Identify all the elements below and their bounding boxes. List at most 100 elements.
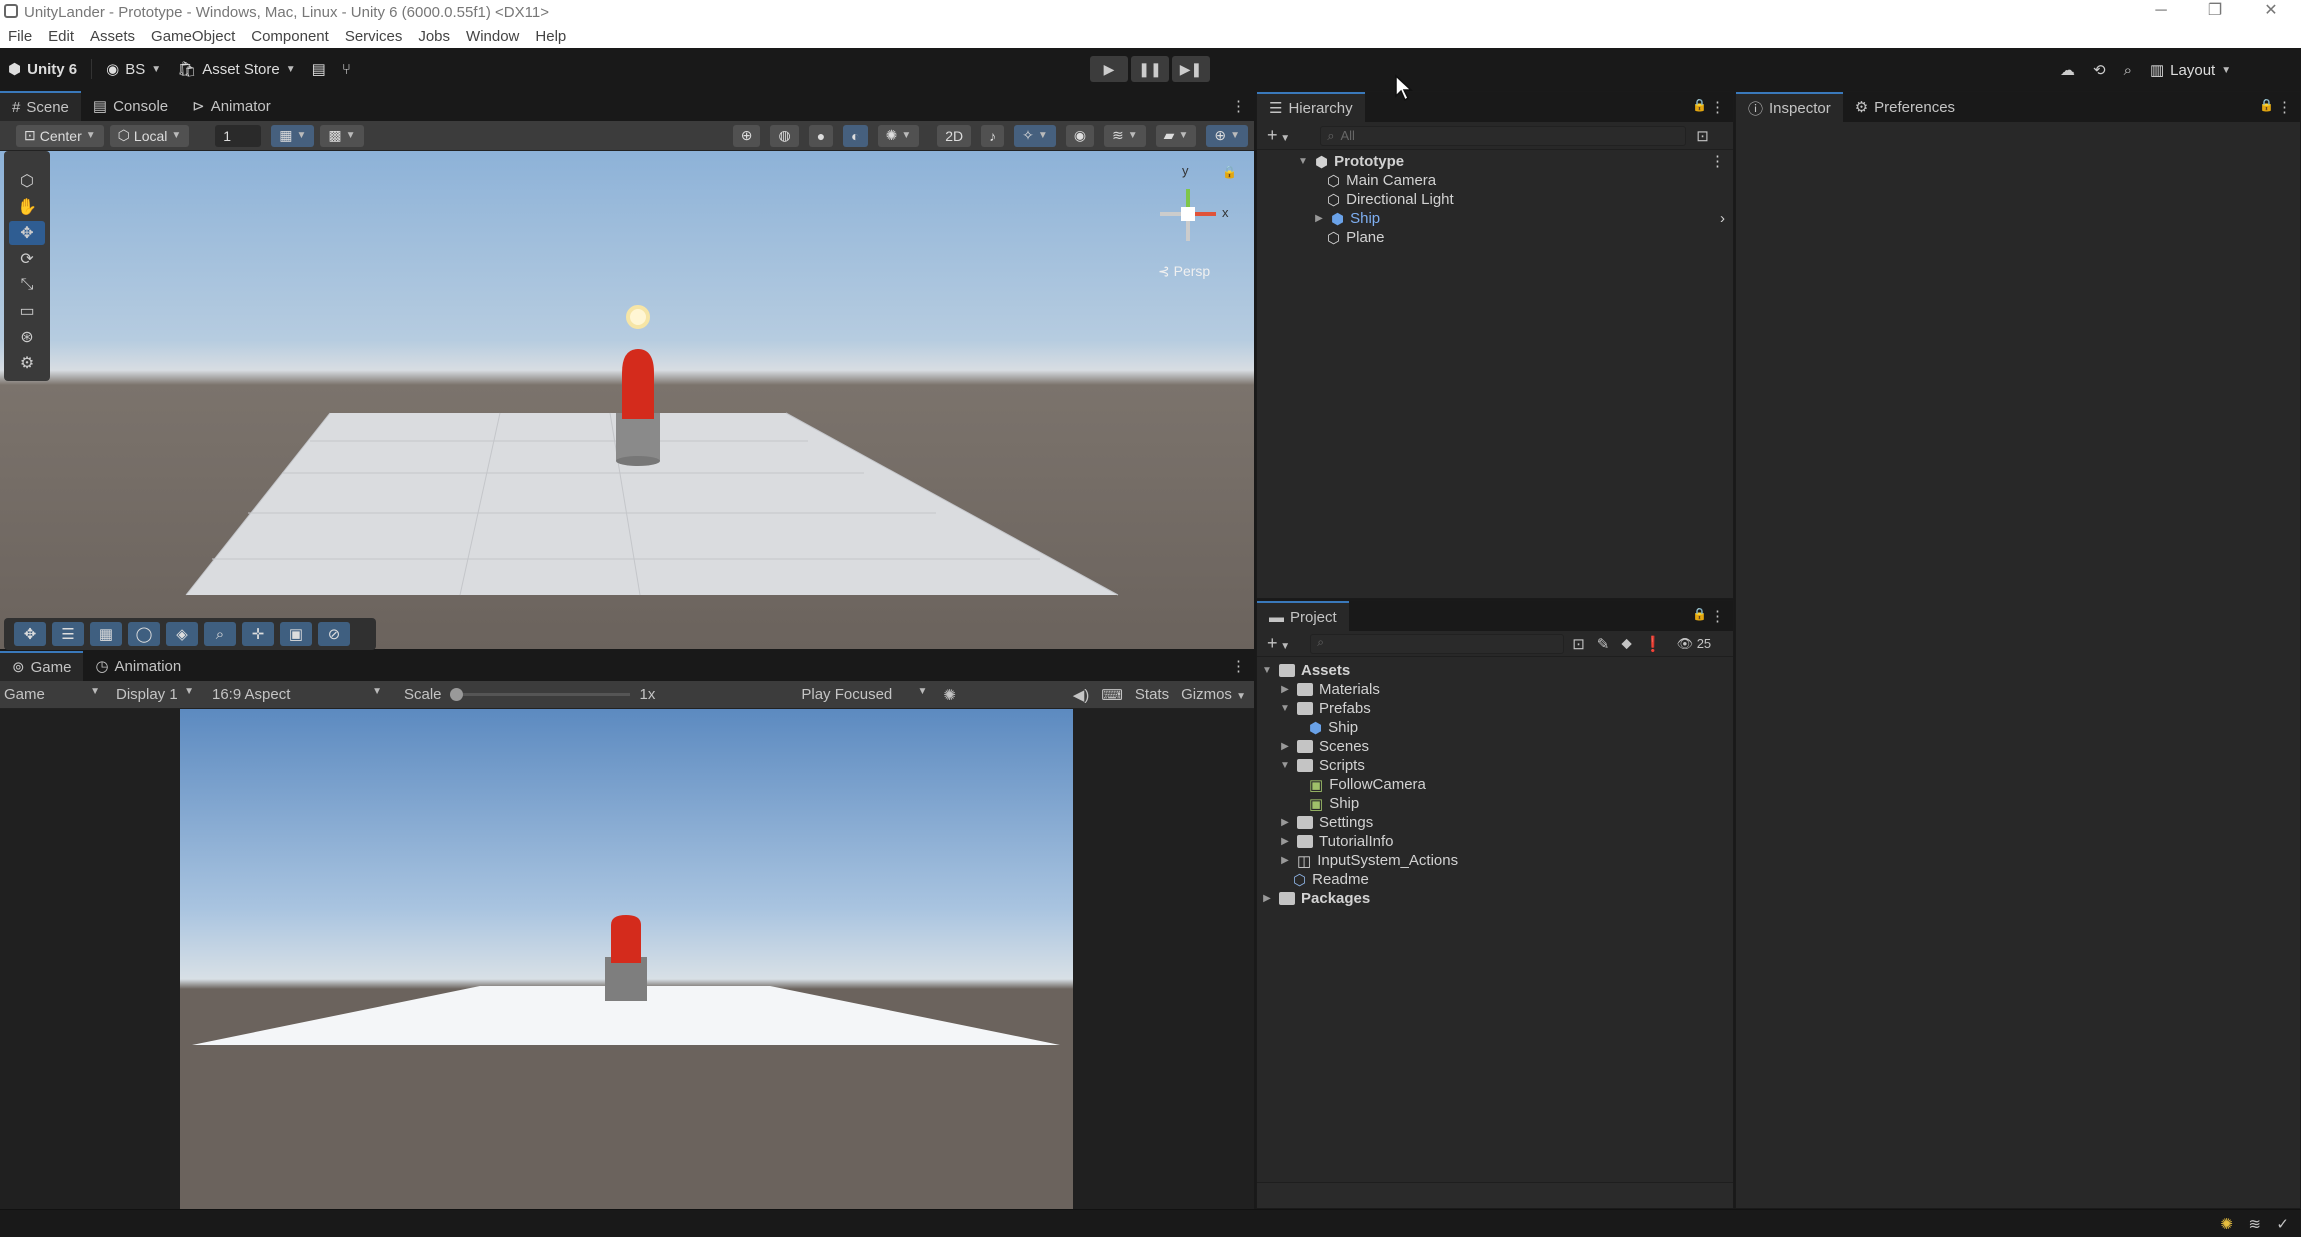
menu-edit[interactable]: Edit <box>48 28 74 45</box>
align-overlay-icon[interactable]: ☰ <box>52 622 84 646</box>
keyboard-icon[interactable]: ⌨ <box>1101 686 1123 704</box>
warning-icon[interactable]: ❗ <box>1644 635 1663 653</box>
tab-project[interactable]: ▬ Project <box>1257 601 1349 631</box>
space-dropdown[interactable]: ⬡ Local ▼ <box>109 124 190 147</box>
tree-item-prefab-ship[interactable]: ⬢ Ship <box>1309 718 1358 737</box>
tree-item-readme[interactable]: ⬡ Readme <box>1293 870 1369 889</box>
pivot-overlay-icon[interactable]: ✛ <box>242 622 274 646</box>
hand-tool-icon[interactable]: ✋ <box>9 195 45 219</box>
layout-dropdown[interactable]: ▥ Layout ▼ <box>2150 56 2231 84</box>
shading-wire-icon[interactable]: ◍ <box>770 124 799 147</box>
tree-item-scenes[interactable]: ▶ Scenes <box>1279 737 1369 756</box>
camera-toggle-icon[interactable]: ▰ ▼ <box>1155 124 1197 147</box>
tab-console[interactable]: ▤ Console <box>81 91 180 121</box>
hierarchy-search-input[interactable]: ⌕ All <box>1320 125 1687 146</box>
scale-slider-thumb[interactable] <box>449 688 463 701</box>
tree-item-plane[interactable]: ⬡ Plane <box>1327 228 1384 247</box>
grid-snap-button[interactable]: ▦ ▼ <box>271 124 315 147</box>
menu-window[interactable]: Window <box>466 28 519 45</box>
search-overlay-icon[interactable]: ⌕ <box>204 622 236 646</box>
expand-triangle-icon[interactable]: ▼ <box>1279 760 1291 771</box>
create-asset-button[interactable]: + ▼ <box>1267 633 1290 654</box>
view-tool-icon[interactable]: ⬡ <box>9 169 45 193</box>
menu-gameobject[interactable]: GameObject <box>151 28 235 45</box>
favorite-icon[interactable]: ⬥ <box>1621 635 1632 652</box>
persp-label[interactable]: ⊰ Persp <box>1158 263 1210 280</box>
lock-icon[interactable]: 🔒 <box>1222 165 1237 179</box>
move-overlay-icon[interactable]: ✥ <box>14 622 46 646</box>
rect-tool-icon[interactable]: ▭ <box>9 299 45 323</box>
debug-icon[interactable]: ✺ <box>943 686 956 704</box>
play-mode-dropdown[interactable]: Play Focused ▼ <box>801 686 933 703</box>
transform-tool-icon[interactable]: ⊛ <box>9 325 45 349</box>
kebab-menu-icon[interactable]: ⋮ <box>1710 98 1725 116</box>
tree-item-inputsystem-actions[interactable]: ▶ ◫ InputSystem_Actions <box>1279 851 1458 870</box>
custom-tool-icon[interactable]: ⚙ <box>9 351 45 375</box>
pivot-dropdown[interactable]: ⊡ Center ▼ <box>16 124 104 147</box>
filter-by-label-icon[interactable]: ✎ <box>1597 635 1610 653</box>
snap-value-field[interactable]: 1 <box>215 124 262 147</box>
cache-server-icon[interactable]: ≋ <box>2248 1215 2261 1233</box>
kebab-menu-icon[interactable]: ⋮ <box>2277 98 2292 116</box>
menu-help[interactable]: Help <box>535 28 566 45</box>
tree-item-packages[interactable]: ▶ Packages <box>1261 889 1370 908</box>
kebab-menu-icon[interactable]: ⋮ <box>1710 152 1725 170</box>
tab-animation[interactable]: ◷ Animation <box>83 651 193 681</box>
lighting-toggle-icon[interactable]: ✺ ▼ <box>877 124 920 147</box>
menu-assets[interactable]: Assets <box>90 28 135 45</box>
asset-store-button[interactable]: 🛍 Asset Store ▼ <box>169 55 304 83</box>
kebab-menu-icon[interactable]: ⋮ <box>1710 607 1725 625</box>
expand-triangle-icon[interactable]: ▶ <box>1279 684 1291 695</box>
lock-icon[interactable]: 🔒 <box>1692 98 1707 112</box>
tree-item-followcamera[interactable]: ▣ FollowCamera <box>1309 775 1426 794</box>
camera-overlay-icon[interactable]: ▣ <box>280 622 312 646</box>
tree-item-materials[interactable]: ▶ Materials <box>1279 680 1380 699</box>
gizmos-toggle-icon[interactable]: ⊕ ▼ <box>1206 124 1248 147</box>
minimize-icon[interactable]: ─ <box>2138 0 2184 24</box>
game-mode-dropdown[interactable]: Game ▼ <box>0 686 104 703</box>
tab-inspector[interactable]: ⓘ Inspector <box>1736 92 1843 122</box>
project-search-input[interactable]: ⌕ <box>1310 633 1565 654</box>
account-button[interactable]: ◉ BS ▼ <box>98 55 169 83</box>
shading-lit-icon[interactable]: ◐ <box>843 124 868 147</box>
mute-audio-icon[interactable]: ◀) <box>1073 686 1090 704</box>
aspect-dropdown[interactable]: 16:9 Aspect ▼ <box>200 686 388 703</box>
history-icon[interactable]: ⟲ <box>2093 61 2106 79</box>
expand-triangle-icon[interactable]: ▶ <box>1279 855 1291 866</box>
search-by-type-icon[interactable]: ⊡ <box>1572 635 1585 653</box>
orbit-overlay-icon[interactable]: ◯ <box>128 622 160 646</box>
display-dropdown[interactable]: Display 1 ▼ <box>104 686 200 703</box>
lighting-status-icon[interactable]: ✺ <box>2220 1215 2233 1233</box>
stats-button[interactable]: Stats <box>1135 686 1169 703</box>
menu-component[interactable]: Component <box>251 28 329 45</box>
tree-item-directional-light[interactable]: ⬡ Directional Light <box>1327 190 1454 209</box>
compass-overlay-icon[interactable]: ⊘ <box>318 622 350 646</box>
shading-solid-icon[interactable]: ● <box>808 124 834 147</box>
tree-item-scripts[interactable]: ▼ Scripts <box>1279 756 1365 775</box>
package-icon[interactable]: ▤ <box>304 55 334 83</box>
scale-tool-icon[interactable]: ⤡ <box>9 273 45 297</box>
close-icon[interactable]: ✕ <box>2248 0 2294 24</box>
tree-item-prefabs[interactable]: ▼ Prefabs <box>1279 699 1371 718</box>
gizmos-button[interactable]: Gizmos ▼ <box>1181 686 1246 703</box>
layers-toggle-icon[interactable]: ≋ ▼ <box>1104 124 1146 147</box>
tree-item-main-camera[interactable]: ⬡ Main Camera <box>1327 171 1436 190</box>
unity-button[interactable]: ⬢ Unity 6 <box>0 55 85 83</box>
tab-animator[interactable]: ⊳ Animator <box>180 91 283 121</box>
rotate-tool-icon[interactable]: ⟳ <box>9 247 45 271</box>
grid-overlay-icon[interactable]: ▦ <box>90 622 122 646</box>
tab-scene[interactable]: # Scene <box>0 91 81 121</box>
kebab-menu-icon[interactable]: ⋮ <box>1231 657 1246 675</box>
scale-slider[interactable] <box>449 688 630 701</box>
kebab-menu-icon[interactable]: ⋮ <box>1231 97 1246 115</box>
hidden-count[interactable]: 👁 25 <box>1677 636 1712 652</box>
expand-triangle-icon[interactable]: ▶ <box>1279 817 1291 828</box>
expand-triangle-icon[interactable]: ▼ <box>1279 703 1291 714</box>
tree-item-tutorialinfo[interactable]: ▶ TutorialInfo <box>1279 832 1393 851</box>
2d-toggle-icon[interactable]: 2D <box>937 124 972 147</box>
lock-icon[interactable]: 🔒 <box>1692 607 1707 621</box>
menu-jobs[interactable]: Jobs <box>418 28 450 45</box>
global-view-icon[interactable]: ⊕ <box>732 124 761 147</box>
move-tool-icon[interactable]: ✥ <box>9 221 45 245</box>
audio-toggle-icon[interactable]: ♪ <box>981 124 1005 147</box>
